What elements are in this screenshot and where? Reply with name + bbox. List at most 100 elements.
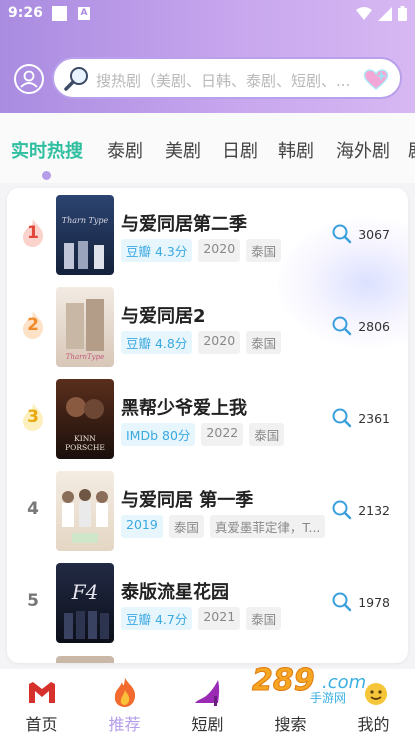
search-icon (332, 224, 352, 244)
category-tabs: 实时热搜 泰剧 美剧 日剧 韩剧 海外剧 剧 (0, 113, 415, 183)
status-time: 9:26 (8, 5, 43, 21)
app-badge-icon: A (78, 7, 90, 20)
tab-japan[interactable]: 日剧 (222, 137, 258, 163)
rank-badge: 5 (27, 591, 39, 611)
hot-count: 2806 (358, 318, 390, 334)
list-item[interactable]: 3 KINN PORSCHE 黑帮少爷爱上我 IMDb 80分 2022 泰国 2… (7, 372, 408, 464)
svg-text:289: 289 (252, 663, 315, 698)
hot-list-card: 1 Tharn Type 与爱同居第二季 豆瓣 4.3分 2020 泰国 306… (7, 188, 408, 663)
heart-icon[interactable] (362, 67, 390, 95)
svg-text:F4: F4 (71, 580, 99, 604)
poster-image[interactable]: TharnType (56, 287, 114, 367)
list-item[interactable]: 5 F4 泰版流星花园 豆瓣 4.7分 2021 泰国 1978 (7, 556, 408, 648)
year-tag: 2020 (198, 331, 241, 354)
poster-image[interactable]: KINN PORSCHE (56, 379, 114, 459)
hot-count-group: 2806 (332, 316, 390, 336)
rank-badge: 2 (19, 310, 47, 340)
poster-image[interactable] (56, 471, 114, 551)
search-icon (332, 316, 352, 336)
tags: IMDb 80分 2022 泰国 (121, 423, 285, 446)
rank-badge: 3 (19, 402, 47, 432)
tab-korea[interactable]: 韩剧 (278, 137, 314, 163)
tags: 豆瓣 4.3分 2020 泰国 (121, 239, 282, 262)
nav-home[interactable]: 首页 (0, 669, 83, 739)
tags: 2019 泰国 真爱墨菲定律，T... (121, 515, 326, 538)
high-heel-icon (195, 680, 220, 706)
show-title: 与爱同居 第一季 (121, 490, 254, 511)
hot-count: 2132 (358, 502, 390, 518)
watermark-logo: 289 .com 手游网 (250, 660, 395, 709)
tab-more[interactable]: 剧 (408, 137, 415, 163)
score-tag: IMDb 80分 (121, 423, 196, 446)
hot-count: 1978 (358, 594, 390, 610)
fire-icon (114, 678, 136, 707)
region-tag: 泰国 (246, 607, 282, 630)
year-tag: 2020 (198, 239, 241, 262)
region-tag: 泰国 (246, 331, 282, 354)
tab-us[interactable]: 美剧 (165, 137, 201, 163)
signal-icon (378, 6, 392, 21)
show-title: 与爱同居第二季 (121, 214, 247, 235)
battery-icon (398, 6, 407, 21)
show-title: 黑帮少爷爱上我 (121, 398, 247, 419)
svg-text:KINN: KINN (74, 434, 96, 443)
svg-text:手游网: 手游网 (310, 691, 346, 705)
hot-count: 3067 (358, 226, 390, 242)
tab-overseas[interactable]: 海外剧 (336, 137, 390, 163)
region-tag: 泰国 (246, 239, 282, 262)
svg-text:PORSCHE: PORSCHE (65, 443, 105, 452)
nav-short-drama[interactable]: 短剧 (166, 669, 249, 739)
score-tag: 豆瓣 4.8分 (121, 331, 193, 354)
hot-count-group: 2361 (332, 408, 390, 428)
nav-recommend[interactable]: 推荐 (83, 669, 166, 739)
region-tag: 泰国 (249, 423, 285, 446)
nav-recommend-label: 推荐 (108, 715, 141, 734)
hot-count-group: 1978 (332, 592, 390, 612)
show-title: 泰版流星花园 (121, 582, 229, 603)
score-tag: 豆瓣 4.7分 (121, 607, 193, 630)
status-bar: 9:26 A (0, 0, 415, 28)
tags: 豆瓣 4.7分 2021 泰国 (121, 607, 282, 630)
show-title: 与爱同居2 (121, 306, 206, 327)
alias-tag: 真爱墨菲定律，T... (209, 515, 326, 538)
year-tag: 2021 (198, 607, 241, 630)
tab-thai[interactable]: 泰剧 (107, 137, 143, 163)
rank-badge: 4 (27, 499, 39, 519)
status-icons (356, 6, 407, 21)
hot-count: 2361 (358, 410, 390, 426)
search-placeholder: 搜热剧（美剧、日韩、泰剧、短剧、... (96, 72, 351, 90)
gmail-m-icon (29, 682, 55, 703)
svg-text:Tharn Type: Tharn Type (62, 216, 109, 225)
hot-count-group: 3067 (332, 224, 390, 244)
list-item[interactable]: 2 TharnType 与爱同居2 豆瓣 4.8分 2020 泰国 2806 (7, 280, 408, 372)
active-tab-indicator (42, 171, 51, 180)
user-avatar-icon[interactable] (14, 64, 44, 94)
poster-image[interactable]: F4 (56, 563, 114, 643)
nav-home-label: 首页 (25, 715, 58, 734)
nav-short-drama-label: 短剧 (191, 715, 224, 734)
tags: 豆瓣 4.8分 2020 泰国 (121, 331, 282, 354)
nav-search-label: 搜索 (274, 715, 307, 734)
tab-realtime-hot[interactable]: 实时热搜 (11, 137, 83, 163)
year-tag: 2022 (201, 423, 244, 446)
search-bar[interactable]: 搜热剧（美剧、日韩、泰剧、短剧、... (52, 57, 402, 99)
rank-badge: 1 (19, 218, 47, 248)
hot-count-group: 2132 (332, 500, 390, 520)
wifi-icon (356, 6, 372, 20)
magnifier-icon (62, 64, 92, 98)
notification-icon (52, 6, 67, 21)
year-tag: 2019 (121, 515, 163, 538)
poster-image (56, 656, 114, 663)
search-icon (332, 592, 352, 612)
search-icon (332, 408, 352, 428)
list-item[interactable]: 4 与爱同居 第一季 2019 泰国 真爱墨菲定律，T... 2132 (7, 464, 408, 556)
list-item[interactable]: 1 Tharn Type 与爱同居第二季 豆瓣 4.3分 2020 泰国 306… (7, 188, 408, 280)
poster-image[interactable]: Tharn Type (56, 195, 114, 275)
region-tag: 泰国 (168, 515, 204, 538)
svg-text:.com: .com (322, 672, 366, 693)
svg-text:TharnType: TharnType (66, 353, 104, 361)
header: 9:26 A 搜热剧（美剧、日韩、泰剧、短剧、... (0, 0, 415, 113)
search-icon (332, 500, 352, 520)
score-tag: 豆瓣 4.3分 (121, 239, 193, 262)
nav-mine-label: 我的 (357, 715, 390, 734)
